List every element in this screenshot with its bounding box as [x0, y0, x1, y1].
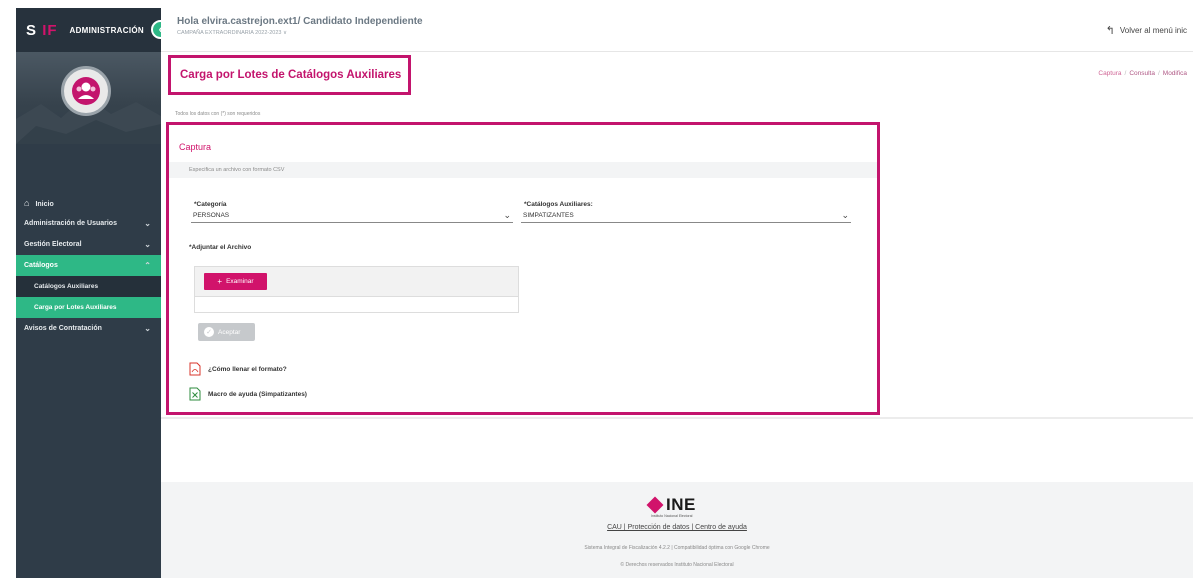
- chevron-down-icon: ⌄: [144, 219, 151, 228]
- catalog-select[interactable]: SIMPATIZANTES ⌄: [521, 210, 851, 223]
- ine-diamond-icon: [646, 496, 664, 514]
- sidebar-item-avisos-contratacion[interactable]: Avisos de Contratación ⌄: [16, 318, 161, 339]
- breadcrumb-consulta[interactable]: Consulta: [1129, 70, 1155, 77]
- browse-button[interactable]: + Examinar: [204, 273, 267, 290]
- footer-links[interactable]: CAU | Protección de datos | Centro de ay…: [161, 524, 1193, 531]
- home-icon: ⌂: [24, 197, 30, 208]
- sidebar-item-carga-lotes[interactable]: Carga por Lotes Auxiliares: [16, 297, 161, 318]
- check-icon: ✓: [204, 327, 214, 337]
- chevron-up-icon: ⌃: [144, 261, 151, 270]
- sif-logo: S IF: [26, 21, 58, 39]
- breadcrumb: Captura / Consulta / Modifica: [1098, 70, 1187, 77]
- sidebar: S IF ADMINISTRACIÓN ‹ ⌂Inicio: [16, 8, 170, 578]
- info-strip: [161, 103, 1193, 123]
- attach-file-label: *Adjuntar el Archivo: [189, 244, 252, 251]
- file-name-field[interactable]: [195, 297, 518, 312]
- sidebar-title: ADMINISTRACIÓN: [69, 25, 144, 35]
- sidebar-item-catalogos[interactable]: Catálogos ⌃: [16, 255, 161, 276]
- user-avatar[interactable]: [61, 66, 111, 116]
- help-macro-link[interactable]: Macro de ayuda (Simpatizantes): [189, 387, 307, 401]
- app-window: S IF ADMINISTRACIÓN ‹ ⌂Inicio: [0, 0, 1193, 578]
- sidebar-menu: ⌂ Inicio Administración de Usuarios ⌄ Gest…: [16, 192, 161, 339]
- ine-subtitle: Instituto Nacional Electoral: [651, 514, 693, 518]
- profile-banner: [16, 52, 161, 144]
- catalog-label: *Catálogos Auxiliares:: [524, 201, 593, 208]
- campaign-selector[interactable]: CAMPAÑA EXTRAORDINARIA 2022-2023 ∨: [177, 30, 287, 36]
- how-to-fill-link[interactable]: ¿Cómo llenar el formato?: [189, 362, 287, 376]
- chevron-down-icon: ⌄: [841, 210, 849, 220]
- footer-copyright: © Derechos reservados Instituto Nacional…: [620, 562, 734, 568]
- footer: INE Instituto Nacional Electoral CAU | P…: [161, 482, 1193, 578]
- breadcrumb-modifica[interactable]: Modifica: [1163, 70, 1187, 77]
- excel-file-icon: [189, 387, 201, 401]
- chevron-down-icon: ⌄: [503, 210, 511, 220]
- upload-toolbar: + Examinar: [195, 267, 518, 297]
- content-divider: [161, 417, 1193, 419]
- panel-subtitle: Especifica un archivo con formato CSV: [169, 162, 877, 178]
- panel-title: Captura: [179, 142, 212, 152]
- sidebar-item-gestion-electoral[interactable]: Gestión Electoral ⌄: [16, 234, 161, 255]
- ine-logo: INE: [646, 495, 696, 515]
- chevron-down-icon: ⌄: [144, 240, 151, 249]
- plus-icon: +: [217, 277, 223, 286]
- category-label: *Categoría: [194, 201, 227, 208]
- sidebar-item-catalogos-auxiliares[interactable]: Catálogos Auxiliares: [16, 276, 161, 297]
- captura-panel: Captura Especifica un archivo con format…: [166, 122, 880, 415]
- sidebar-brand: S IF ADMINISTRACIÓN ‹: [16, 8, 170, 52]
- sidebar-item-administracion-usuarios[interactable]: Administración de Usuarios ⌄: [16, 213, 161, 234]
- back-to-menu-link[interactable]: ↰ Volver al menú inic: [1106, 24, 1187, 37]
- top-bar: Hola elvira.castrejon.ext1/ Candidato In…: [161, 8, 1193, 52]
- reply-arrow-icon: ↰: [1105, 25, 1115, 37]
- pdf-file-icon: [189, 362, 201, 376]
- category-select[interactable]: PERSONAS ⌄: [191, 210, 513, 223]
- chevron-down-icon: ⌄: [144, 324, 151, 333]
- required-fields-note: Todos los datos con (*) son requeridos: [175, 111, 261, 117]
- file-upload: + Examinar: [194, 266, 519, 313]
- footer-system-info: Sistema Integral de Fiscalización 4.2.2 …: [584, 545, 770, 551]
- sidebar-item-inicio[interactable]: ⌂ Inicio: [16, 192, 161, 213]
- user-group-icon: [72, 77, 100, 105]
- breadcrumb-captura[interactable]: Captura: [1098, 70, 1121, 77]
- accept-button[interactable]: ✓ Aceptar: [198, 323, 255, 341]
- page-title: Carga por Lotes de Catálogos Auxiliares: [168, 55, 411, 95]
- user-greeting: Hola elvira.castrejon.ext1/ Candidato In…: [177, 16, 423, 27]
